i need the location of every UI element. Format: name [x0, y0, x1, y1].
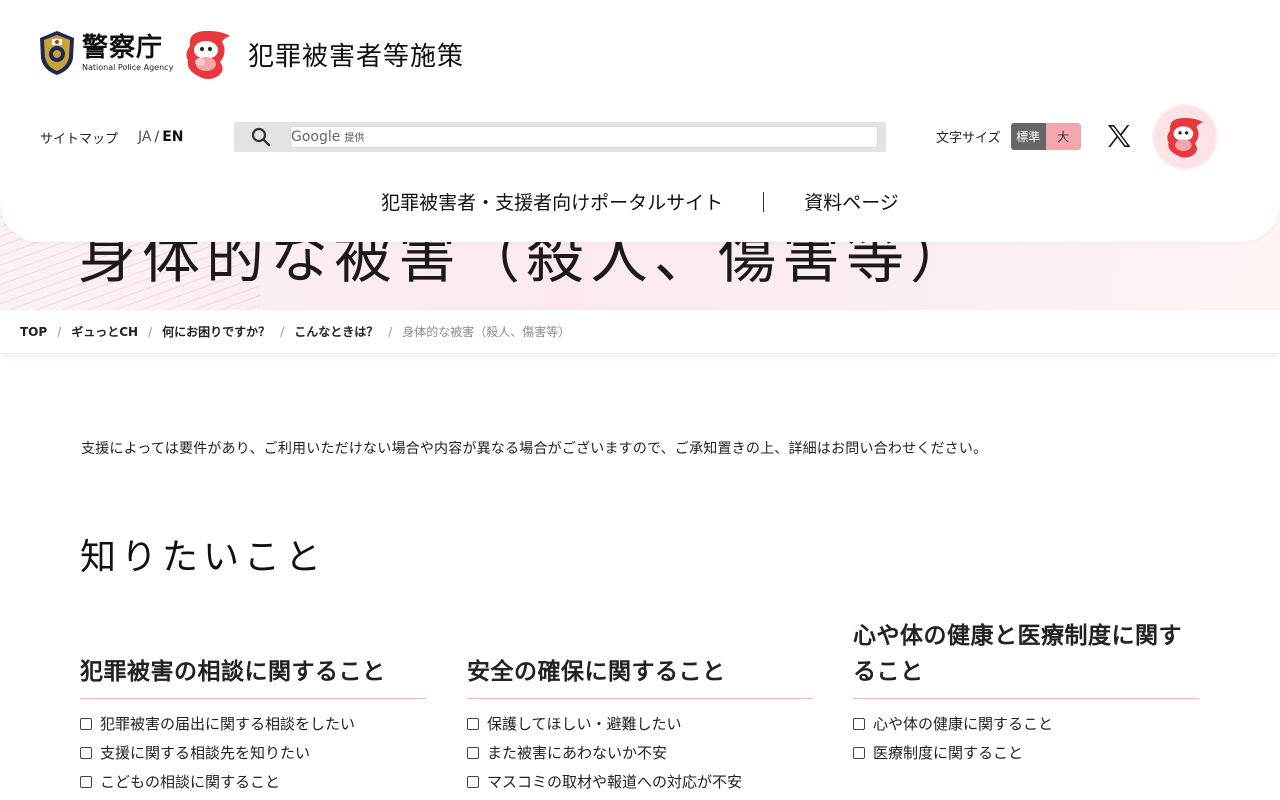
breadcrumb-separator: /	[280, 324, 285, 339]
language-switcher: JA / EN	[138, 122, 183, 152]
site-header: 警察庁 National Police Agency 犯罪被害者等施策 サイトマ…	[0, 0, 1280, 242]
mascot-icon	[186, 30, 230, 79]
gnav-materials-link[interactable]: 資料ページ	[764, 188, 939, 215]
checkbox[interactable]	[467, 775, 479, 788]
topic-heading: 犯罪被害の相談に関すること	[80, 654, 426, 699]
google-brand: Google	[291, 129, 341, 145]
topic-item-label: 心や体の健康に関すること	[873, 715, 1054, 733]
topic-column-health: 心や体の健康と医療制度に関すること 心や体の健康に関すること 医療制度に関するこ…	[853, 618, 1199, 767]
checkbox[interactable]	[853, 717, 865, 730]
site-logo-link[interactable]: 犯罪被害者等施策	[180, 26, 464, 82]
topic-heading: 安全の確保に関すること	[467, 654, 813, 699]
npa-logo-link[interactable]: 警察庁 National Police Agency	[38, 30, 173, 76]
lang-en-link[interactable]: EN	[162, 129, 183, 145]
topic-item[interactable]: また被害にあわないか不安	[467, 738, 813, 767]
site-title: 犯罪被害者等施策	[248, 41, 465, 72]
topic-item[interactable]: 医療制度に関すること	[853, 738, 1199, 767]
section-title: 知りたいこと	[80, 537, 327, 578]
topic-list: 心や体の健康に関すること 医療制度に関すること	[853, 709, 1199, 767]
breadcrumb-top[interactable]: TOP	[20, 325, 47, 339]
topic-item-label: 犯罪被害の届出に関する相談をしたい	[100, 715, 356, 733]
font-size-large-button[interactable]: 大	[1045, 122, 1081, 150]
gnav-portal-link[interactable]: 犯罪被害者・支援者向けポータルサイト	[341, 188, 763, 215]
search-input[interactable]: Google 提供	[290, 126, 878, 148]
google-provided: 提供	[344, 133, 365, 144]
topic-item-label: 保護してほしい・避難したい	[487, 715, 682, 733]
breadcrumb-separator: /	[388, 324, 393, 339]
mascot-icon	[1167, 117, 1204, 158]
support-notice: 支援によっては要件があり、ご利用いただけない場合や内容が異なる場合がございますの…	[81, 441, 988, 457]
mascot-button[interactable]	[1154, 106, 1216, 168]
checkbox[interactable]	[80, 717, 92, 730]
topic-item[interactable]: 支援に関する相談先を知りたい	[80, 738, 426, 767]
topic-item-label: 医療制度に関すること	[873, 744, 1024, 762]
topic-column-safety: 安全の確保に関すること 保護してほしい・避難したい また被害にあわないか不安 マ…	[467, 654, 813, 796]
search-icon[interactable]	[250, 126, 272, 148]
npa-name: 警察庁	[82, 33, 164, 63]
x-twitter-icon[interactable]	[1106, 123, 1132, 149]
breadcrumb-situations[interactable]: こんなときは？	[294, 323, 378, 340]
checkbox[interactable]	[80, 746, 92, 759]
font-size-standard-button[interactable]: 標準	[1010, 122, 1046, 150]
site-search: Google 提供	[234, 122, 886, 152]
font-size-label: 文字サイズ	[936, 130, 1001, 146]
npa-emblem-icon	[40, 31, 74, 75]
breadcrumb-separator: /	[148, 324, 153, 339]
checkbox[interactable]	[467, 717, 479, 730]
sitemap-link[interactable]: サイトマップ	[40, 122, 118, 152]
breadcrumb-separator: /	[57, 324, 62, 339]
checkbox[interactable]	[853, 746, 865, 759]
topic-item[interactable]: こどもの相談に関すること	[80, 767, 426, 796]
checkbox[interactable]	[467, 746, 479, 759]
lang-separator: /	[154, 129, 160, 145]
global-nav: 犯罪被害者・支援者向けポータルサイト 資料ページ	[0, 188, 1280, 215]
topic-list: 保護してほしい・避難したい また被害にあわないか不安 マスコミの取材や報道への対…	[467, 709, 813, 796]
topic-item-label: 支援に関する相談先を知りたい	[100, 744, 311, 762]
checkbox[interactable]	[80, 775, 92, 788]
topic-item[interactable]: 犯罪被害の届出に関する相談をしたい	[80, 709, 426, 738]
lang-ja-link[interactable]: JA	[138, 129, 151, 145]
topic-item[interactable]: マスコミの取材や報道への対応が不安	[467, 767, 813, 796]
breadcrumb: TOP / ギュっとCH / 何にお困りですか？ / こんなときは？ / 身体的…	[0, 310, 1280, 354]
topic-item-label: また被害にあわないか不安	[487, 744, 668, 762]
breadcrumb-troubles[interactable]: 何にお困りですか？	[162, 323, 270, 340]
font-size-switcher: 文字サイズ 標準 大	[936, 122, 1081, 150]
npa-english-name: National Police Agency	[82, 63, 174, 72]
topic-column-consultation: 犯罪被害の相談に関すること 犯罪被害の届出に関する相談をしたい 支援に関する相談…	[80, 654, 426, 796]
topic-item[interactable]: 心や体の健康に関すること	[853, 709, 1199, 738]
topic-list: 犯罪被害の届出に関する相談をしたい 支援に関する相談先を知りたい こどもの相談に…	[80, 709, 426, 796]
topic-item[interactable]: 保護してほしい・避難したい	[467, 709, 813, 738]
breadcrumb-current: 身体的な被害（殺人、傷害等）	[402, 325, 571, 339]
topic-heading: 心や体の健康と医療制度に関すること	[853, 618, 1199, 699]
breadcrumb-gyutto-ch[interactable]: ギュっとCH	[71, 323, 138, 340]
topic-item-label: マスコミの取材や報道への対応が不安	[487, 773, 743, 791]
topic-item-label: こどもの相談に関すること	[100, 773, 281, 791]
